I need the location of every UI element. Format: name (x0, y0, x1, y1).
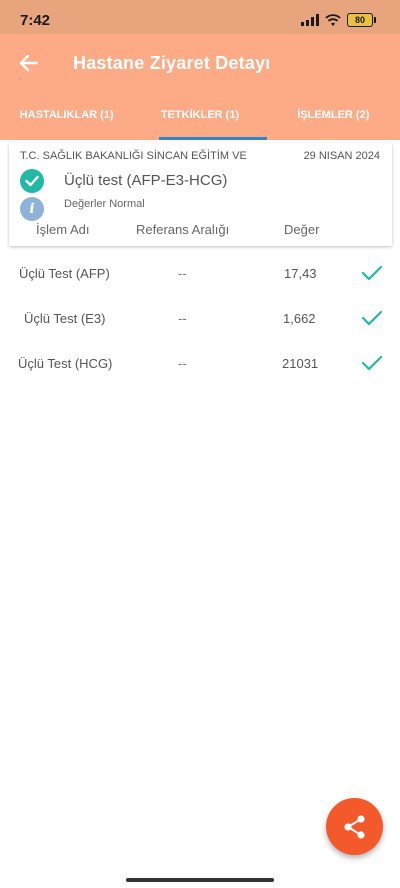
app-header: Hastane Ziyaret Detayı HASTALIKLAR (1) T… (0, 34, 400, 140)
signal-icon (301, 14, 319, 26)
info-icon: i (20, 197, 44, 221)
tab-label: İŞLEMLER (2) (297, 109, 370, 121)
battery-icon: 80 (347, 13, 376, 27)
column-header-name: İşlem Adı (36, 222, 90, 237)
tab-label: TETKİKLER (1) (160, 109, 240, 121)
table-row: Üçlü Test (E3) -- 1,662 (0, 305, 400, 335)
check-icon (361, 265, 383, 281)
tab-bar: HASTALIKLAR (1) TETKİKLER (1) İŞLEMLER (… (0, 104, 400, 140)
status-bar: 7:42 80 (0, 0, 400, 34)
hospital-name: T.C. SAĞLIK BAKANLIĞI SİNCAN EĞİTİM VE (20, 150, 247, 162)
result-name: Üçlü Test (E3) (24, 311, 106, 326)
check-circle-icon (20, 169, 44, 193)
status-icons: 80 (301, 13, 376, 27)
visit-date: 29 NISAN 2024 (303, 150, 380, 162)
check-icon (361, 355, 383, 371)
column-header-range: Referans Aralığı (136, 222, 230, 237)
tab-diseases[interactable]: HASTALIKLAR (1) (0, 104, 133, 140)
status-time: 7:42 (20, 12, 51, 29)
result-range: -- (178, 311, 187, 326)
tab-tests[interactable]: TETKİKLER (1) (133, 104, 267, 140)
tab-procedures[interactable]: İŞLEMLER (2) (267, 104, 400, 140)
page-title: Hastane Ziyaret Detayı (73, 53, 271, 73)
status-note: Değerler Normal (64, 198, 145, 210)
battery-level: 80 (354, 15, 365, 25)
result-range: -- (178, 356, 187, 371)
home-indicator (126, 878, 274, 882)
table-row: Üçlü Test (AFP) -- 17,43 (0, 260, 400, 290)
share-icon (343, 814, 365, 839)
wifi-icon (325, 13, 341, 26)
table-row: Üçlü Test (HCG) -- 21031 (0, 350, 400, 380)
test-title: Üçlü test (AFP-E3-HCG) (64, 172, 228, 189)
share-button[interactable] (326, 798, 383, 855)
result-value: 21031 (282, 356, 319, 371)
result-value: 1,662 (283, 311, 316, 326)
result-range: -- (178, 266, 187, 281)
result-name: Üçlü Test (AFP) (19, 266, 110, 281)
column-header-value: Değer (284, 222, 320, 237)
result-value: 17,43 (284, 266, 317, 281)
test-card[interactable]: T.C. SAĞLIK BAKANLIĞI SİNCAN EĞİTİM VE 2… (9, 143, 392, 246)
result-name: Üçlü Test (HCG) (18, 356, 113, 371)
check-icon (361, 310, 383, 326)
tab-label: HASTALIKLAR (1) (19, 109, 114, 121)
arrow-left-icon[interactable] (18, 52, 40, 74)
